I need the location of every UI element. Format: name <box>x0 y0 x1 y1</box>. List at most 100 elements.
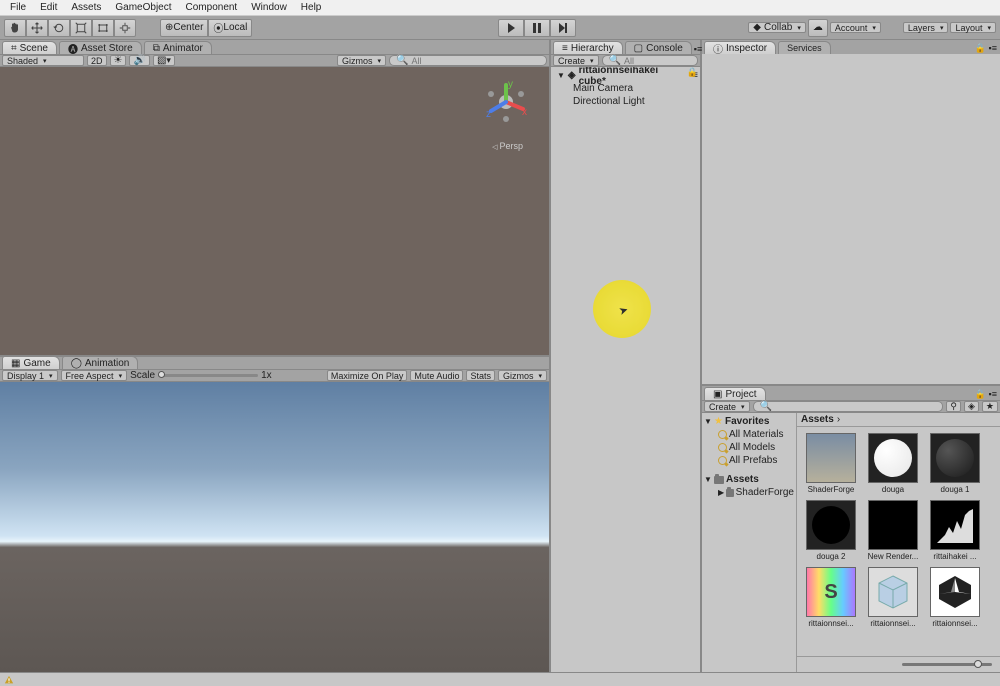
game-gizmos-dropdown[interactable]: Gizmos <box>498 370 547 381</box>
scene-control-bar: Shaded 2D ☀ 🔊 ▧▾ Gizmos 🔍 <box>0 54 549 67</box>
project-item-scene[interactable]: rittaionnsei... <box>927 567 983 628</box>
game-tabbar: ▦Game ◯Animation <box>0 355 549 369</box>
foldout-icon[interactable]: ▼ <box>557 71 565 80</box>
shading-mode-dropdown[interactable]: Shaded <box>2 55 84 66</box>
hierarchy-item[interactable]: Directional Light <box>553 95 698 108</box>
hierarchy-scene-row[interactable]: ▼ ◈ rittaionnseihakei cube* ▪≡ <box>553 69 698 82</box>
project-create-dropdown[interactable]: Create <box>704 401 750 412</box>
tab-animator[interactable]: ⧉Animator <box>144 41 212 54</box>
step-button[interactable] <box>550 19 576 37</box>
favorites-header[interactable]: ▼★Favorites <box>704 415 794 428</box>
game-viewport[interactable] <box>0 382 549 672</box>
project-item-material[interactable]: douga 2 <box>803 500 859 561</box>
image-icon: ▧ <box>157 55 166 66</box>
menu-gameobject[interactable]: GameObject <box>109 2 177 13</box>
project-item-material[interactable]: douga <box>865 433 921 494</box>
menu-assets[interactable]: Assets <box>65 2 107 13</box>
favorite-item[interactable]: All Materials <box>704 428 794 441</box>
mute-audio-toggle[interactable]: Mute Audio <box>410 370 463 381</box>
project-item-material[interactable]: douga 1 <box>927 433 983 494</box>
project-zoom-slider[interactable] <box>902 663 992 666</box>
tab-services[interactable]: Services <box>778 41 831 54</box>
handle-rotation-button[interactable]: ⦿ Local <box>208 19 252 37</box>
rect-tool-button[interactable] <box>92 19 114 37</box>
lock-icon[interactable]: 🔒 <box>687 67 698 78</box>
stats-toggle[interactable]: Stats <box>466 370 495 381</box>
move-tool-button[interactable] <box>26 19 48 37</box>
search-icon: 🔍 <box>396 55 408 66</box>
scene-fx-toggle[interactable]: ▧▾ <box>153 55 175 66</box>
favorite-item[interactable]: All Prefabs <box>704 454 794 467</box>
aspect-dropdown[interactable]: Free Aspect <box>61 370 128 381</box>
pivot-mode-button[interactable]: ⊕ Center <box>160 19 208 37</box>
scene-search[interactable]: 🔍 <box>389 55 547 66</box>
transform-tool-button[interactable] <box>114 19 136 37</box>
folder-icon <box>714 476 724 484</box>
project-item-prefab[interactable]: rittaionnsei... <box>865 567 921 628</box>
cloud-button[interactable]: ☁ <box>808 19 828 37</box>
unity-scene-icon: ◈ <box>568 70 576 81</box>
scale-label: Scale <box>130 370 155 381</box>
favorite-item[interactable]: All Models <box>704 441 794 454</box>
project-search[interactable]: 🔍 <box>753 401 944 412</box>
account-dropdown[interactable]: Account <box>830 22 881 33</box>
play-button[interactable] <box>498 19 524 37</box>
project-grid[interactable]: ShaderForge douga douga 1 douga 2 New Re… <box>797 427 1000 656</box>
project-item-folder[interactable]: ShaderForge <box>803 433 859 494</box>
menu-component[interactable]: Component <box>180 2 244 13</box>
maximize-on-play-toggle[interactable]: Maximize On Play <box>327 370 408 381</box>
tab-hierarchy[interactable]: ≡Hierarchy <box>553 41 623 54</box>
panel-menu-icon[interactable]: 🔒 ▪≡ <box>975 389 1000 400</box>
rotate-tool-button[interactable] <box>48 19 70 37</box>
tab-animation[interactable]: ◯Animation <box>62 356 139 369</box>
transform-icon <box>119 22 131 34</box>
project-breadcrumb[interactable]: Assets› <box>797 413 1000 427</box>
project-tree[interactable]: ▼★Favorites All Materials All Models All… <box>702 413 797 672</box>
hand-tool-button[interactable] <box>4 19 26 37</box>
hierarchy-search[interactable]: 🔍 <box>602 55 698 66</box>
hierarchy-create-dropdown[interactable]: Create <box>553 55 599 66</box>
scene-viewport[interactable]: y x z Persp <box>0 67 549 355</box>
hierarchy-body[interactable]: 🔒 ▼ ◈ rittaionnseihakei cube* ▪≡ Main Ca… <box>551 67 700 672</box>
panel-menu-icon[interactable]: 🔒 ▪≡ <box>975 43 1000 54</box>
display-dropdown[interactable]: Display 1 <box>2 370 58 381</box>
menu-help[interactable]: Help <box>295 2 328 13</box>
project-item-shader[interactable]: Srittaionnsei... <box>803 567 859 628</box>
project-item-texture[interactable]: rittaihakei ... <box>927 500 983 561</box>
tree-item[interactable]: ▶ShaderForge <box>704 486 794 499</box>
project-item-rendertexture[interactable]: New Render... <box>865 500 921 561</box>
scene-audio-toggle[interactable]: 🔊 <box>129 55 149 66</box>
panel-menu-icon[interactable]: ▪≡ <box>694 44 705 54</box>
play-icon <box>505 22 517 34</box>
layers-dropdown[interactable]: Layers <box>903 22 949 33</box>
layout-dropdown[interactable]: Layout <box>950 22 996 33</box>
status-bar <box>0 672 1000 686</box>
tab-project[interactable]: ▣Project <box>704 387 766 400</box>
folder-icon <box>726 489 733 497</box>
tab-game[interactable]: ▦Game <box>2 356 60 369</box>
save-search-button[interactable]: ★ <box>982 401 998 412</box>
scene-projection-label[interactable]: Persp <box>492 141 523 151</box>
tab-console[interactable]: ▢Console <box>625 41 692 54</box>
search-filter-icon <box>718 443 727 452</box>
menu-file[interactable]: File <box>4 2 32 13</box>
collab-dropdown[interactable]: ◆Collab <box>748 22 806 33</box>
pause-button[interactable] <box>524 19 550 37</box>
orientation-gizmo[interactable]: y x z <box>483 79 529 125</box>
scene-2d-toggle[interactable]: 2D <box>87 55 107 66</box>
search-by-label-button[interactable]: ◈ <box>964 401 979 412</box>
search-icon: 🔍 <box>760 401 772 412</box>
scene-lighting-toggle[interactable]: ☀ <box>110 55 127 66</box>
scale-slider[interactable] <box>158 374 258 377</box>
menu-window[interactable]: Window <box>245 2 293 13</box>
tab-scene[interactable]: ⌗Scene <box>2 41 57 54</box>
scale-tool-button[interactable] <box>70 19 92 37</box>
warning-icon <box>4 675 14 685</box>
tab-asset-store[interactable]: 🅐Asset Store <box>59 41 142 54</box>
assets-header[interactable]: ▼Assets <box>704 473 794 486</box>
search-by-type-button[interactable]: ⚲ <box>946 401 961 412</box>
menu-edit[interactable]: Edit <box>34 2 63 13</box>
tab-inspector[interactable]: ⓘInspector <box>704 41 776 54</box>
scene-gizmos-dropdown[interactable]: Gizmos <box>337 55 386 66</box>
search-filter-icon <box>718 430 727 439</box>
